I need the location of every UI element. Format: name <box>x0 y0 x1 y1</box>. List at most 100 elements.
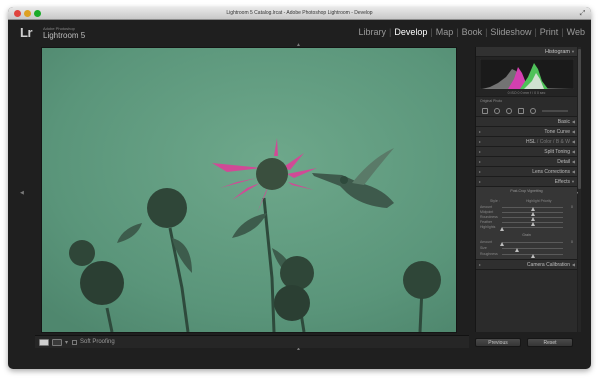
right-panel-scrollbar[interactable] <box>578 47 581 332</box>
expand-triangle-icon[interactable]: ◀ <box>572 147 575 157</box>
lens-corrections-section-header[interactable]: ▸ Lens Corrections ◀ <box>476 167 577 177</box>
slider-thumb[interactable] <box>500 227 504 231</box>
grain-title: Grain <box>522 233 531 237</box>
split-toning-label: Split Toning <box>544 149 570 155</box>
hsl-section-header[interactable]: ▸ HSL / Color / B & W ◀ <box>476 137 577 147</box>
split-toning-section-header[interactable]: ▸ Split Toning ◀ <box>476 147 577 157</box>
soft-proofing-checkbox[interactable] <box>72 340 77 345</box>
left-panel-toggle-icon[interactable]: ◀ <box>20 190 24 196</box>
slider-track[interactable] <box>502 254 563 258</box>
collapse-triangle-icon[interactable]: ▼ <box>571 47 575 57</box>
original-photo-label: Original Photo <box>480 99 503 103</box>
module-separator: | <box>456 27 459 37</box>
module-map[interactable]: Map <box>436 27 454 37</box>
histogram[interactable]: 0 ISO 0 0 mm f / 0 0 sec <box>476 57 577 97</box>
effects-slider-row: Highlights <box>480 225 573 231</box>
panel-switch-icon[interactable]: ▸ <box>479 157 481 167</box>
hsl-tab[interactable]: HSL <box>526 139 536 145</box>
expand-triangle-icon[interactable]: ◀ <box>572 127 575 137</box>
detail-section-header[interactable]: ▸ Detail ◀ <box>476 157 577 167</box>
module-separator: | <box>534 27 537 37</box>
module-picker: Library | Develop | Map | Book | Slidesh… <box>358 27 585 37</box>
effects-section-header[interactable]: ▸ Effects ▼ <box>476 177 577 187</box>
effects-slider-row: Roughness <box>480 252 573 258</box>
lr-logo: Lr <box>20 25 33 40</box>
slider-thumb[interactable] <box>530 254 535 258</box>
vignette-style-label: Style : <box>490 199 500 203</box>
module-web[interactable]: Web <box>567 27 585 37</box>
adjustment-brush-slider[interactable] <box>542 110 568 112</box>
module-book[interactable]: Book <box>462 27 483 37</box>
module-develop[interactable]: Develop <box>394 27 427 37</box>
expand-triangle-icon[interactable]: ◀ <box>572 157 575 167</box>
title-bar: Lightroom 5 Catalog.lrcat - Adobe Photos… <box>8 7 591 20</box>
effects-slider-row: Amount 0 <box>480 240 573 246</box>
right-panel: Histogram ▼ 0 ISO 0 0 mm f / 0 0 sec Ori… <box>475 47 577 332</box>
module-print[interactable]: Print <box>540 27 559 37</box>
slider-track[interactable] <box>502 222 563 226</box>
crop-icon[interactable] <box>482 108 488 114</box>
close-icon[interactable] <box>14 10 21 17</box>
hummingbird-photo <box>42 48 456 332</box>
detail-label: Detail <box>557 159 570 165</box>
vignette-style-dropdown[interactable]: Highlight Priority <box>526 199 551 203</box>
loupe-view-button[interactable] <box>39 339 49 346</box>
app-window: Lightroom 5 Catalog.lrcat - Adobe Photos… <box>8 7 591 369</box>
slider-label: Amount <box>480 240 493 244</box>
panel-switch-icon[interactable]: ▸ <box>479 167 481 177</box>
panel-switch-icon[interactable]: ▸ <box>479 147 481 157</box>
effects-label: Effects <box>554 179 570 185</box>
histogram-label: Histogram <box>544 49 570 55</box>
tone-curve-section-header[interactable]: ▸ Tone Curve ◀ <box>476 127 577 137</box>
reset-button[interactable]: Reset <box>527 338 573 347</box>
slider-track[interactable] <box>502 217 563 221</box>
before-after-view-button[interactable] <box>52 339 62 346</box>
histogram-readout: 0 ISO 0 0 mm f / 0 0 sec <box>507 91 546 95</box>
window-title: Lightroom 5 Catalog.lrcat - Adobe Photos… <box>226 10 373 16</box>
collapse-triangle-icon[interactable]: ▼ <box>571 177 575 187</box>
view-dropdown-icon[interactable]: ▾ <box>65 339 68 346</box>
panel-switch-icon[interactable]: ▸ <box>479 260 481 270</box>
panel-switch-icon[interactable]: ▸ <box>479 177 481 187</box>
scrollbar-thumb[interactable] <box>578 49 581 189</box>
radial-filter-icon[interactable] <box>530 108 536 114</box>
develop-toolbar: ▾ Soft Proofing <box>35 335 469 348</box>
effects-slider-row: Size <box>480 246 573 252</box>
fullscreen-icon[interactable]: ⤢ <box>579 10 586 17</box>
slider-value[interactable]: 0 <box>571 240 573 244</box>
basic-label: Basic <box>557 119 570 125</box>
slider-track[interactable] <box>502 212 563 216</box>
spot-removal-icon[interactable] <box>494 108 500 114</box>
previous-button[interactable]: Previous <box>475 338 521 347</box>
slider-label: Roundness <box>480 215 498 219</box>
photo-canvas[interactable] <box>41 47 457 333</box>
expand-triangle-icon[interactable]: ◀ <box>572 167 575 177</box>
panel-switch-icon[interactable]: ▸ <box>479 127 481 137</box>
expand-triangle-icon[interactable]: ◀ <box>572 117 575 127</box>
zoom-icon[interactable] <box>34 10 41 17</box>
expand-triangle-icon[interactable]: ◀ <box>572 137 575 147</box>
slider-value[interactable]: 0 <box>571 205 573 209</box>
slider-track[interactable] <box>502 207 563 211</box>
slider-label: Roughness <box>480 252 498 256</box>
basic-section-header[interactable]: Basic ◀ <box>476 117 577 127</box>
camera-calibration-section-header[interactable]: ▸ Camera Calibration ◀ <box>476 260 577 270</box>
histogram-header[interactable]: Histogram ▼ <box>476 47 577 57</box>
red-eye-icon[interactable] <box>506 108 512 114</box>
graduated-filter-icon[interactable] <box>518 108 524 114</box>
module-separator: | <box>485 27 488 37</box>
color-tab[interactable]: Color <box>540 139 552 145</box>
module-separator: | <box>388 27 392 37</box>
bw-tab[interactable]: B & W <box>556 139 570 145</box>
effects-panel: Post-Crop Vignetting Style : Highlight P… <box>476 187 577 260</box>
slider-track[interactable] <box>500 227 563 231</box>
slider-track[interactable] <box>500 242 563 246</box>
panel-switch-icon[interactable]: ▸ <box>479 137 481 147</box>
minimize-icon[interactable] <box>24 10 31 17</box>
camera-calibration-label: Camera Calibration <box>526 262 570 268</box>
expand-triangle-icon[interactable]: ◀ <box>572 260 575 270</box>
module-slideshow[interactable]: Slideshow <box>490 27 531 37</box>
slider-track[interactable] <box>502 248 563 252</box>
slider-label: Size <box>480 246 487 250</box>
module-library[interactable]: Library <box>358 27 386 37</box>
